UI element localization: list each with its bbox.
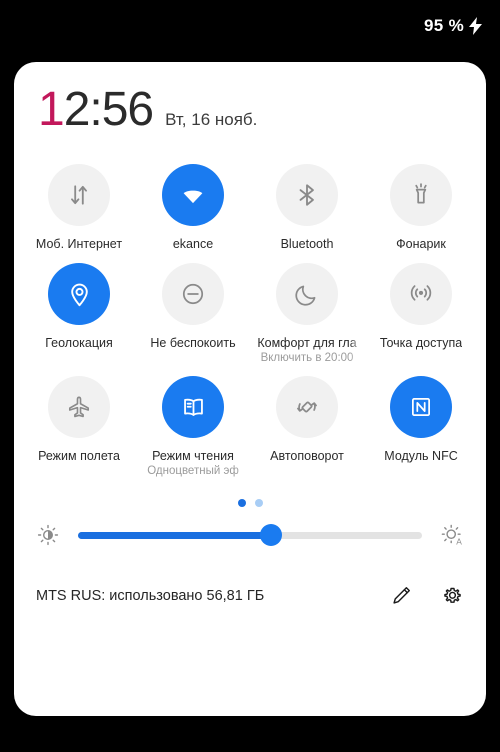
tile-location[interactable]: Геолокация (22, 251, 136, 364)
tile-circle (390, 164, 452, 226)
tile-label: ekance (172, 237, 214, 251)
tile-circle (48, 263, 110, 325)
tile-circle (162, 376, 224, 438)
battery-percentage: 95 % (424, 16, 464, 35)
tile-label: Не беспокоить (150, 336, 236, 350)
tile-circle (276, 376, 338, 438)
airplane-icon (68, 396, 90, 418)
tile-text: Точка доступа (365, 325, 477, 350)
tile-circle (162, 263, 224, 325)
tile-flashlight[interactable]: Фонарик (364, 152, 478, 251)
tile-circle (390, 263, 452, 325)
tile-text: ekance (137, 226, 249, 251)
tile-wifi[interactable]: ekance (136, 152, 250, 251)
pencil-icon[interactable] (390, 584, 413, 607)
tile-nfc[interactable]: Модуль NFC (364, 364, 478, 477)
tile-circle (48, 164, 110, 226)
tile-text: Модуль NFC (365, 438, 477, 463)
tile-text: Bluetooth (251, 226, 363, 251)
tile-label: Точка доступа (379, 336, 463, 350)
auto-rotate-icon (297, 401, 317, 413)
location-pin-icon (70, 283, 88, 306)
data-usage-text[interactable]: MTS RUS: использовано 56,81 ГБ (36, 588, 264, 604)
quick-settings-panel: 12:56 Вт, 16 нояб. Моб. Интернет ekance … (14, 62, 486, 716)
tile-label: Bluetooth (280, 237, 334, 251)
tile-label: Режим полета (38, 449, 120, 463)
tile-text: Моб. Интернет (23, 226, 135, 251)
svg-text:A: A (456, 536, 462, 546)
gear-icon[interactable] (441, 584, 464, 607)
tile-mobile-data[interactable]: Моб. Интернет (22, 152, 136, 251)
clock-date[interactable]: Вт, 16 нояб. (165, 110, 257, 130)
brightness-auto-icon[interactable]: A (440, 523, 464, 547)
nfc-icon (412, 398, 430, 416)
brightness-row: A (14, 507, 486, 547)
moon-icon (295, 285, 316, 306)
tile-auto-rotate[interactable]: Автоповорот (250, 364, 364, 477)
book-icon (183, 398, 203, 416)
tile-row: Режим полета Режим чтения Одноцветный эф… (22, 364, 478, 477)
page-dot-2[interactable] (254, 499, 263, 507)
tile-label: Модуль NFC (384, 449, 458, 463)
tile-circle (276, 263, 338, 325)
tile-row: Моб. Интернет ekance Bluetooth Фонарик (22, 152, 478, 251)
tile-text: Автоповорот (251, 438, 363, 463)
tile-circle (48, 376, 110, 438)
tile-airplane-mode[interactable]: Режим полета (22, 364, 136, 477)
page-indicator (14, 499, 486, 507)
tile-text: Режим полета (23, 438, 135, 463)
brightness-slider-fill (78, 531, 271, 539)
flashlight-icon (415, 183, 427, 204)
brightness-slider[interactable] (78, 524, 422, 546)
tile-eye-comfort[interactable]: Комфорт для гла Включить в 20:00 (250, 251, 364, 364)
tile-text: Комфорт для гла Включить в 20:00 (251, 325, 363, 364)
footer-bar: MTS RUS: использовано 56,81 ГБ (14, 570, 486, 607)
brightness-slider-thumb[interactable] (259, 524, 282, 546)
bluetooth-icon (299, 184, 314, 206)
tile-text: Не беспокоить (137, 325, 249, 350)
tile-hotspot[interactable]: Точка доступа (364, 251, 478, 364)
footer-icons (390, 584, 464, 607)
tile-text: Фонарик (365, 226, 477, 251)
tile-sublabel: Включить в 20:00 (260, 352, 354, 364)
tile-circle (276, 164, 338, 226)
tile-label: Моб. Интернет (35, 237, 123, 251)
tile-circle (390, 376, 452, 438)
tile-row: Геолокация Не беспокоить Комфорт для гла… (22, 251, 478, 364)
clock-time-first-digit: 1 (38, 83, 65, 136)
wifi-icon (183, 190, 203, 204)
lightning-bolt-icon (469, 17, 482, 35)
tile-bluetooth[interactable]: Bluetooth (250, 152, 364, 251)
page-dot-1[interactable] (237, 499, 246, 507)
tile-label: Режим чтения (152, 449, 234, 463)
tile-sublabel: Одноцветный эф (147, 465, 239, 477)
mobile-data-icon (71, 185, 87, 205)
tile-label: Комфорт для гла (257, 336, 357, 350)
do-not-disturb-icon (182, 283, 204, 305)
clock-time-rest: 2:56 (63, 83, 154, 136)
clock-header: 12:56 Вт, 16 нояб. (14, 62, 486, 134)
tile-do-not-disturb[interactable]: Не беспокоить (136, 251, 250, 364)
tile-label: Фонарик (396, 237, 446, 251)
status-bar: 95 % (0, 0, 500, 52)
tile-label: Автоповорот (270, 449, 344, 463)
tile-text: Геолокация (23, 325, 135, 350)
clock-time[interactable]: 12:56 (38, 83, 154, 136)
tile-text: Режим чтения Одноцветный эф (137, 438, 249, 477)
tile-label: Геолокация (45, 336, 113, 350)
hotspot-icon (410, 285, 432, 301)
tile-grid: Моб. Интернет ekance Bluetooth Фонарик Г… (14, 134, 486, 477)
tile-circle (162, 164, 224, 226)
tile-reading-mode[interactable]: Режим чтения Одноцветный эф (136, 364, 250, 477)
brightness-low-icon (36, 523, 60, 547)
